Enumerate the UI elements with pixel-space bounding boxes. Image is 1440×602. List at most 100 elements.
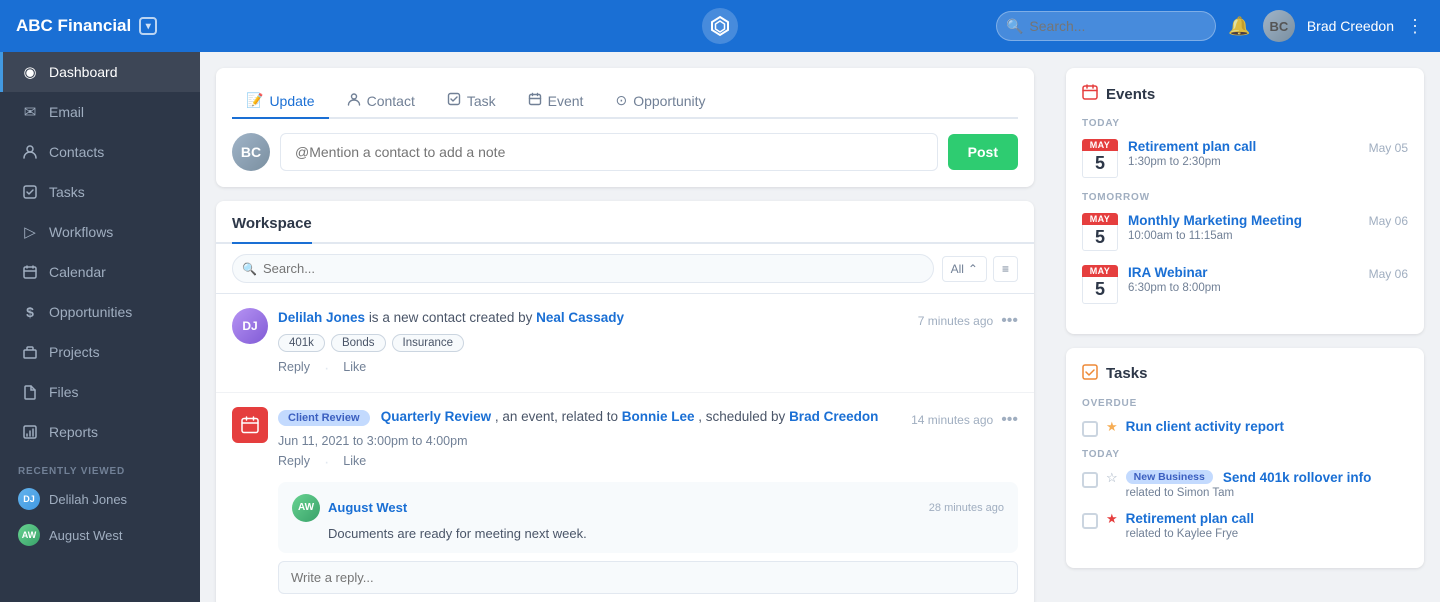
tag-bonds: Bonds: [331, 334, 386, 352]
rv-avatar-august: AW: [18, 524, 40, 546]
task-star-3[interactable]: ★: [1106, 511, 1118, 527]
sidebar-label-dashboard: Dashboard: [49, 64, 118, 80]
sidebar-item-tasks[interactable]: Tasks: [0, 172, 200, 212]
write-reply-input[interactable]: [278, 561, 1018, 594]
sidebar-item-calendar[interactable]: Calendar: [0, 252, 200, 292]
tab-opportunity[interactable]: ⊙ Opportunity: [601, 84, 719, 119]
tab-task-label: Task: [467, 93, 496, 109]
event-item-3: MAY 5 IRA Webinar May 06 6:30pm to 8:00p…: [1082, 265, 1408, 304]
task-checkbox-3[interactable]: [1082, 513, 1098, 529]
contact-tab-icon: [347, 92, 361, 109]
sidebar-item-reports[interactable]: Reports: [0, 412, 200, 452]
feed-link-neal[interactable]: Neal Cassady: [536, 310, 624, 325]
tab-event[interactable]: Event: [514, 84, 598, 119]
right-panel: Events TODAY MAY 5 Retirement plan call …: [1050, 52, 1440, 602]
feed-item-2: Client Review Quarterly Review , an even…: [216, 393, 1034, 602]
events-title: Events: [1106, 86, 1155, 103]
app-body: ◉ Dashboard ✉ Email Contacts Tas: [0, 52, 1440, 602]
tab-opportunity-label: Opportunity: [633, 93, 705, 109]
feed-time-1: 7 minutes ago: [918, 314, 993, 328]
feed-date-text: Jun 11, 2021 to 3:00pm to 4:00pm: [278, 434, 1018, 448]
tasks-card-icon: [1082, 364, 1098, 384]
feed-link-quarterly[interactable]: Quarterly Review: [381, 409, 491, 424]
ws-search-icon: 🔍: [242, 262, 257, 276]
task-item-2: ☆ New Business Send 401k rollover info r…: [1082, 470, 1408, 499]
event-date-box-2: MAY 5: [1082, 213, 1118, 252]
feed-text-event-after: , scheduled by: [698, 409, 789, 424]
tab-contact[interactable]: Contact: [333, 84, 429, 119]
topnav-right-section: 🔍 🔔 BC Brad Creedon ⋮: [996, 10, 1424, 42]
task-star-1[interactable]: ★: [1106, 419, 1118, 435]
nested-time: 28 minutes ago: [929, 502, 1004, 514]
tab-update[interactable]: 📝 Update: [232, 84, 329, 119]
brand-logo[interactable]: ABC Financial ▾: [16, 16, 157, 36]
task-name-2[interactable]: Send 401k rollover info: [1223, 470, 1372, 485]
topnav-more-icon[interactable]: ⋮: [1406, 16, 1424, 37]
sidebar-label-files: Files: [49, 384, 79, 400]
workspace-header: Workspace: [216, 201, 1034, 244]
feed-text-2: Client Review Quarterly Review , an even…: [278, 407, 878, 427]
task-star-2[interactable]: ☆: [1106, 470, 1118, 486]
sidebar-item-email[interactable]: ✉ Email: [0, 92, 200, 132]
feed-link-brad[interactable]: Brad Creedon: [789, 409, 878, 424]
feed-more-icon-2[interactable]: •••: [1001, 411, 1018, 429]
filter-all-button[interactable]: All ⌃: [942, 256, 987, 282]
event-date-text-3: May 06: [1369, 267, 1408, 281]
feed-reply-btn-2[interactable]: Reply: [278, 454, 310, 472]
task-checkbox-1[interactable]: [1082, 421, 1098, 437]
sidebar-item-contacts[interactable]: Contacts: [0, 132, 200, 172]
events-card-icon: [1082, 84, 1098, 104]
sidebar-item-dashboard[interactable]: ◉ Dashboard: [0, 52, 200, 92]
brand-dropdown[interactable]: ▾: [139, 17, 157, 35]
feed-time-2: 14 minutes ago: [911, 413, 993, 427]
user-avatar[interactable]: BC: [1263, 10, 1295, 42]
workspace-card: Workspace 🔍 All ⌃ ≡: [216, 201, 1034, 602]
event-month-1: MAY: [1082, 139, 1118, 151]
feed-like-btn-2[interactable]: Like: [343, 454, 366, 472]
workspace-search-input[interactable]: [232, 254, 934, 283]
opportunities-icon: $: [21, 303, 39, 321]
feed-item-2-header: Client Review Quarterly Review , an even…: [232, 407, 1018, 471]
recently-viewed-delilah[interactable]: DJ Delilah Jones: [0, 481, 200, 517]
feed-like-btn-1[interactable]: Like: [343, 360, 366, 378]
event-name-2[interactable]: Monthly Marketing Meeting: [1128, 213, 1302, 228]
task-related-2: related to Simon Tam: [1126, 487, 1372, 499]
event-month-2: MAY: [1082, 213, 1118, 225]
filter-options-button[interactable]: ≡: [993, 256, 1018, 282]
feed-tags-1: 401k Bonds Insurance: [278, 334, 1018, 352]
sidebar-item-opportunities[interactable]: $ Opportunities: [0, 292, 200, 332]
brand-name: ABC Financial: [16, 16, 131, 36]
feed-more-icon-1[interactable]: •••: [1001, 312, 1018, 330]
task-name-1[interactable]: Run client activity report: [1126, 419, 1284, 434]
nested-name[interactable]: August West: [328, 500, 407, 515]
nested-reply: AW August West 28 minutes ago Documents …: [278, 482, 1018, 553]
sidebar-item-projects[interactable]: Projects: [0, 332, 200, 372]
tab-task[interactable]: Task: [433, 84, 510, 119]
task-checkbox-2[interactable]: [1082, 472, 1098, 488]
notifications-bell-icon[interactable]: 🔔: [1228, 16, 1250, 37]
feed-link-delilah[interactable]: Delilah Jones: [278, 310, 365, 325]
feed-reply-btn-1[interactable]: Reply: [278, 360, 310, 378]
post-card: 📝 Update Contact: [216, 68, 1034, 187]
search-input[interactable]: [996, 11, 1216, 41]
event-row-1: Retirement plan call May 05: [1128, 139, 1408, 156]
task-item-3: ★ Retirement plan call related to Kaylee…: [1082, 511, 1408, 540]
sidebar: ◉ Dashboard ✉ Email Contacts Tas: [0, 52, 200, 602]
task-name-3[interactable]: Retirement plan call: [1126, 511, 1254, 526]
ws-search-wrapper: 🔍: [232, 254, 934, 283]
feed-avatar-delilah: DJ: [232, 308, 268, 344]
filter-all-label: All: [951, 262, 964, 276]
recently-viewed-label: RECENTLY VIEWED: [0, 452, 200, 481]
sidebar-label-tasks: Tasks: [49, 184, 85, 200]
sidebar-item-workflows[interactable]: ▷ Workflows: [0, 212, 200, 252]
post-note-input[interactable]: [280, 133, 938, 171]
event-name-1[interactable]: Retirement plan call: [1128, 139, 1256, 154]
nested-text: Documents are ready for meeting next wee…: [328, 526, 1004, 541]
feed-link-bonnie[interactable]: Bonnie Lee: [622, 409, 695, 424]
feed-text-1: Delilah Jones is a new contact created b…: [278, 308, 624, 328]
event-month-3: MAY: [1082, 265, 1118, 277]
event-name-3[interactable]: IRA Webinar: [1128, 265, 1208, 280]
recently-viewed-august[interactable]: AW August West: [0, 517, 200, 553]
post-button[interactable]: Post: [948, 134, 1018, 170]
sidebar-item-files[interactable]: Files: [0, 372, 200, 412]
